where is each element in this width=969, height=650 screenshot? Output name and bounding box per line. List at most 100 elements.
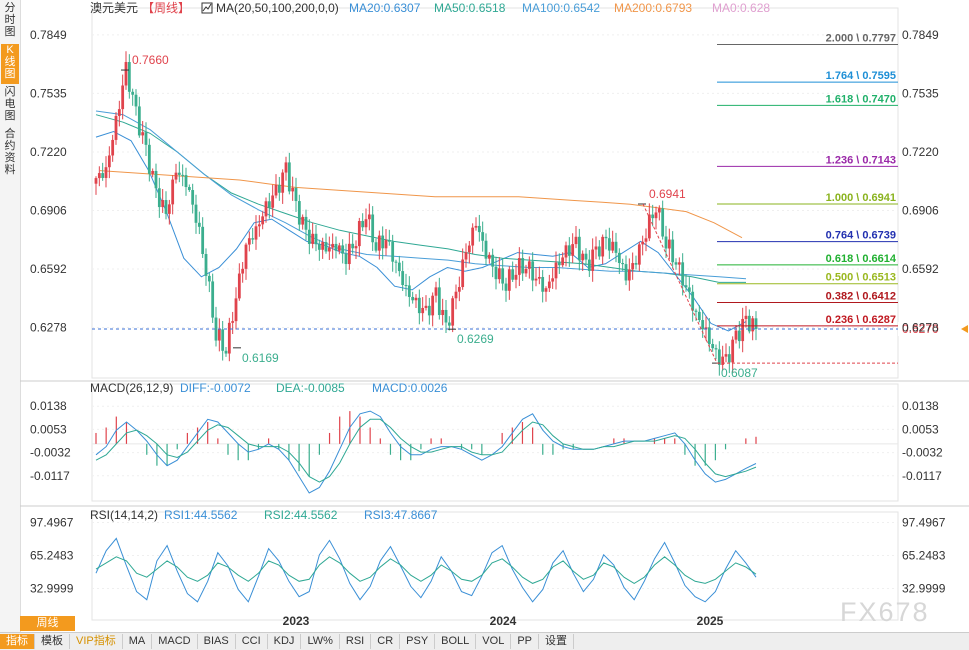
candle-body xyxy=(214,317,218,341)
candle-body xyxy=(447,322,451,326)
candle-body xyxy=(327,247,331,252)
toolbar-kdj[interactable]: KDJ xyxy=(268,634,302,649)
ma-value-label: MA20:0.6307 xyxy=(349,1,421,15)
candle-body xyxy=(521,258,525,274)
toolbar-bias[interactable]: BIAS xyxy=(198,634,236,649)
candle-body xyxy=(337,245,341,251)
toolbar-macd[interactable]: MACD xyxy=(152,634,198,649)
candle-body xyxy=(241,268,245,274)
candle-body xyxy=(354,246,358,249)
candle-body xyxy=(144,132,148,145)
candle-body xyxy=(564,245,568,258)
candle-body xyxy=(134,94,138,107)
candle-body xyxy=(421,307,425,314)
rsi2-line xyxy=(95,556,757,584)
fib-level-label: 1.764 \ 0.7595 xyxy=(826,70,896,82)
candle-body xyxy=(151,170,155,174)
chart-area[interactable]: 2.000 \ 0.7797 1.764 \ 0.7595 1.618 \ 0.74… xyxy=(20,0,969,632)
candle-body xyxy=(324,242,328,252)
candle-body xyxy=(264,201,268,217)
candle-body xyxy=(341,245,345,254)
candle-body xyxy=(471,227,475,246)
toolbar-indicators[interactable]: 指标 xyxy=(0,634,35,649)
candle-body xyxy=(651,214,655,219)
candle-body xyxy=(691,291,695,311)
candle-body xyxy=(97,173,101,179)
candle-body xyxy=(204,254,208,276)
candle-body xyxy=(481,232,485,241)
candle-body xyxy=(107,155,111,168)
panel-frame xyxy=(91,383,899,502)
candle-body xyxy=(667,239,671,249)
candle-body xyxy=(441,309,445,316)
candle-body xyxy=(661,208,665,237)
candle-body xyxy=(157,188,161,208)
candle-body xyxy=(714,348,718,350)
candle-body xyxy=(577,236,581,261)
candle-body xyxy=(404,285,408,287)
fib-level-label: 1.236 \ 0.7143 xyxy=(826,154,896,166)
toolbar-boll[interactable]: BOLL xyxy=(435,634,477,649)
fib-level-label: 0.764 \ 0.6739 xyxy=(826,230,896,242)
candle-body xyxy=(431,295,435,316)
candle-body xyxy=(101,173,105,178)
sidebar-item-timeshare[interactable]: 分时图 xyxy=(1,2,19,42)
candle-body xyxy=(524,268,528,274)
candle-body xyxy=(741,318,745,342)
candle-body xyxy=(574,236,578,245)
candle-body xyxy=(374,242,378,251)
candle-body xyxy=(567,245,571,256)
candle-body xyxy=(424,305,428,308)
candle-body xyxy=(261,216,265,225)
candle-body xyxy=(391,241,395,262)
candle-body xyxy=(277,184,281,193)
period-button[interactable]: 周线 xyxy=(20,616,75,631)
price-tick-label-left: 0.6906 xyxy=(30,204,67,218)
toolbar-settings[interactable]: 设置 xyxy=(539,634,574,649)
candle-body xyxy=(124,62,128,86)
toolbar-pp[interactable]: PP xyxy=(511,634,539,649)
ma-value-label: MA0:0.628 xyxy=(712,1,770,15)
toolbar-template[interactable]: 模板 xyxy=(35,634,70,649)
candle-body xyxy=(594,246,598,250)
toolbar-psy[interactable]: PSY xyxy=(400,634,436,649)
candle-body xyxy=(464,252,468,260)
candle-body xyxy=(737,330,741,342)
rsi-tick-label-left: 97.4967 xyxy=(30,516,74,530)
candle-body xyxy=(254,226,258,240)
candle-body xyxy=(461,259,465,288)
candle-body xyxy=(614,241,618,253)
sidebar-item-contract-info[interactable]: 合约资料 xyxy=(1,128,19,180)
candle-body xyxy=(321,242,325,250)
candle-body xyxy=(561,257,565,266)
candle-body xyxy=(731,339,735,363)
candle-body xyxy=(671,239,675,263)
toolbar-ma[interactable]: MA xyxy=(123,634,153,649)
ma-params-label: MA(20,50,100,200,0,0) xyxy=(216,1,339,15)
candle-body xyxy=(631,263,635,270)
candle-body xyxy=(371,214,375,243)
candle-body xyxy=(491,254,495,267)
fib-level-label: 0.500 \ 0.6513 xyxy=(826,272,896,284)
candle-body xyxy=(174,172,178,180)
toolbar-lw[interactable]: LW% xyxy=(301,634,340,649)
candle-body xyxy=(467,245,471,253)
toolbar-vip-indicators[interactable]: VIP指标 xyxy=(70,634,123,649)
candle-body xyxy=(497,268,501,280)
candle-body xyxy=(334,243,338,251)
toolbar-cr[interactable]: CR xyxy=(371,634,401,649)
price-tick-label-left: 0.7220 xyxy=(30,145,67,159)
sidebar-item-kline[interactable]: K线图 xyxy=(1,44,19,84)
candle-body xyxy=(541,276,545,292)
rsi-tick-label-right: 32.9999 xyxy=(902,581,946,595)
candle-body xyxy=(511,269,515,280)
toolbar-rsi[interactable]: RSI xyxy=(340,634,372,649)
candle-body xyxy=(477,225,481,233)
toolbar-cci[interactable]: CCI xyxy=(236,634,268,649)
toolbar-vol[interactable]: VOL xyxy=(476,634,512,649)
sidebar-item-lightning[interactable]: 闪电图 xyxy=(1,86,19,126)
candle-body xyxy=(721,356,725,365)
price-tick-label-right: 0.7535 xyxy=(902,86,939,100)
candle-body xyxy=(627,269,631,281)
candle-body xyxy=(291,187,295,192)
